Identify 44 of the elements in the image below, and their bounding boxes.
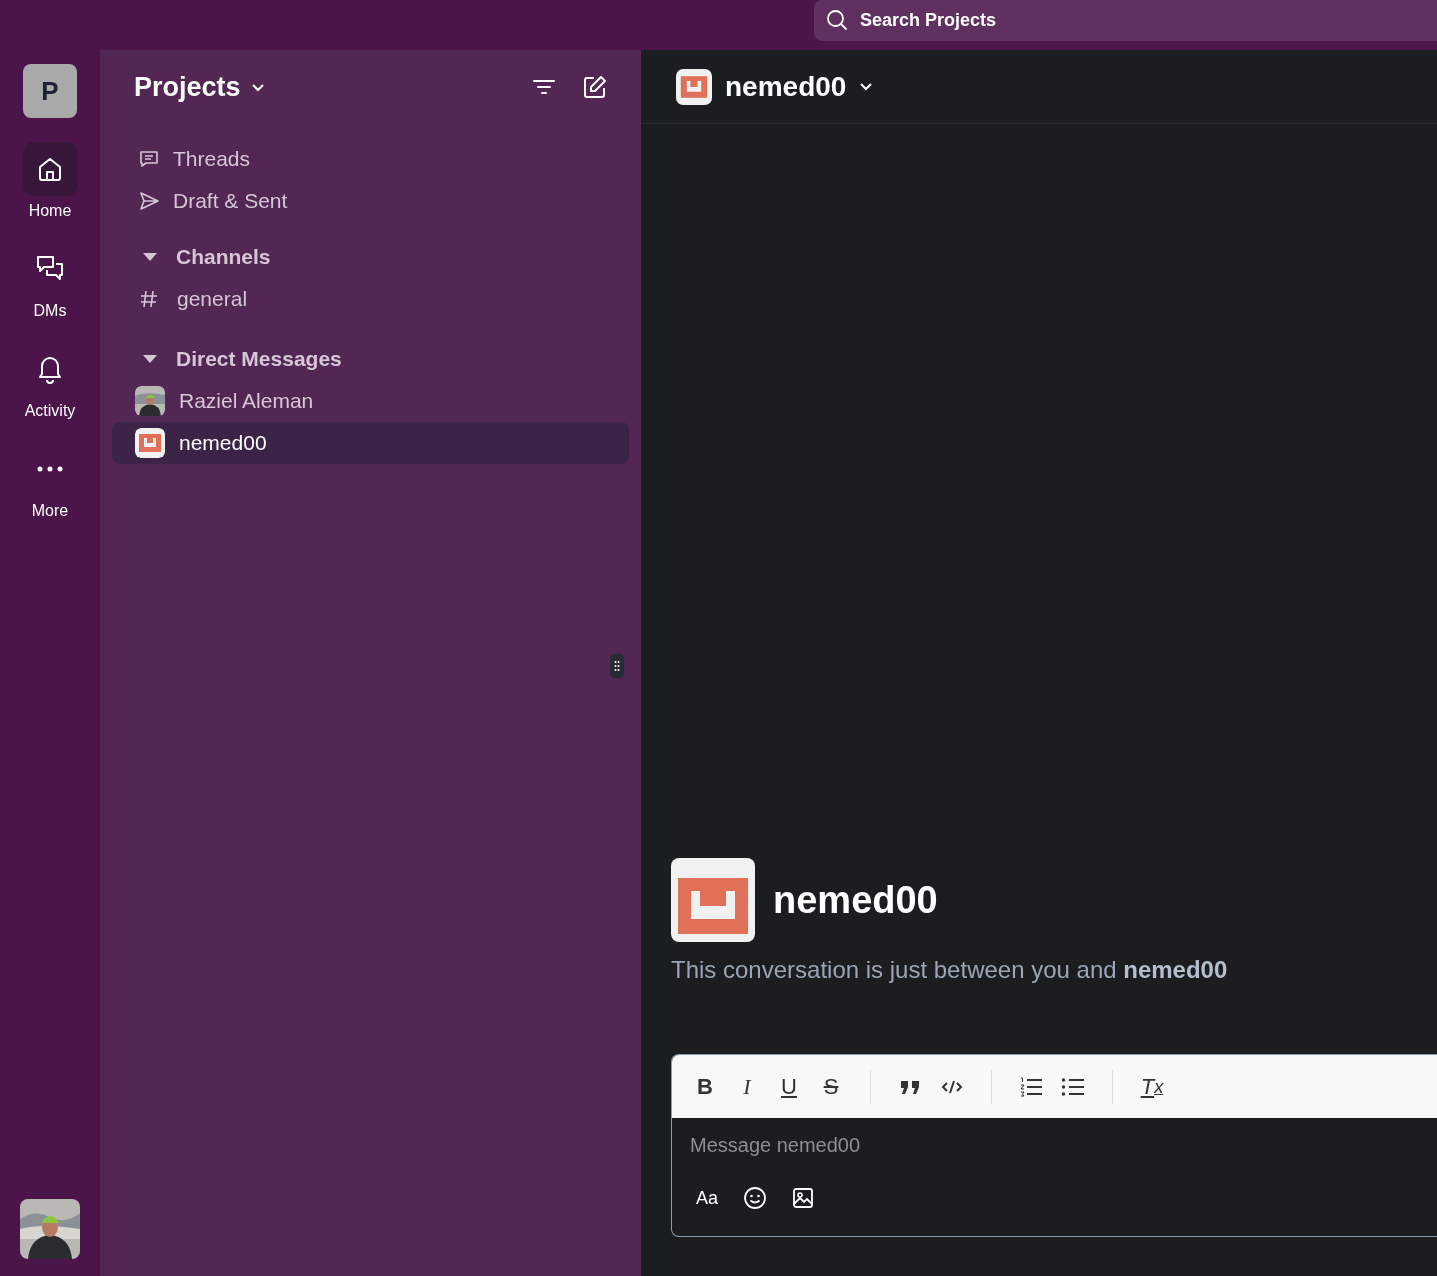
hash-icon — [140, 290, 158, 308]
sidebar-item[interactable]: Draft & Sent — [112, 180, 629, 222]
workspace-button[interactable]: P — [23, 64, 77, 118]
format-button[interactable]: I — [730, 1069, 764, 1104]
nav-label: More — [31, 502, 69, 520]
nav-label: Activity — [24, 402, 76, 420]
compose-icon[interactable] — [583, 75, 607, 99]
logo-icon — [671, 858, 755, 942]
chevron-down-icon — [859, 82, 874, 91]
quote-icon — [899, 1078, 921, 1095]
format-button[interactable]: U — [772, 1069, 806, 1104]
logo-icon — [676, 68, 712, 105]
nav-item[interactable]: More — [23, 442, 77, 520]
section-header[interactable]: Direct Messages — [112, 338, 629, 380]
send-icon — [139, 191, 159, 211]
workspace-title[interactable]: Projects — [134, 71, 265, 103]
conversation-name: nemed00 — [773, 878, 938, 922]
sidebar-item[interactable]: general — [112, 278, 629, 320]
sidebar-item[interactable]: nemed00 — [112, 422, 629, 464]
nav-item[interactable]: Activity — [23, 342, 77, 420]
format-button[interactable]: B — [688, 1069, 722, 1104]
numbered-list-icon — [1019, 1076, 1043, 1097]
intro-text: This conversation is just between you and nemed00 — [671, 956, 1229, 984]
message-icon — [139, 149, 159, 169]
conversation-title[interactable]: nemed00 — [676, 68, 874, 105]
code-icon — [941, 1078, 963, 1095]
nav-item[interactable]: DMs — [23, 242, 77, 320]
sidebar-item[interactable]: Raziel Aleman — [112, 380, 629, 422]
nav-label: DMs — [33, 302, 67, 320]
bullet-list-icon — [1061, 1076, 1085, 1097]
message-input[interactable]: Message nemed00 — [690, 1134, 1090, 1157]
section-header[interactable]: Channels — [112, 236, 629, 278]
sidebar-item[interactable]: Threads — [112, 138, 629, 180]
more-icon — [37, 466, 63, 472]
bell-icon — [36, 354, 64, 384]
nav-label: Home — [28, 202, 72, 220]
format-button[interactable]: S — [814, 1069, 848, 1104]
logo-icon — [135, 428, 165, 458]
filter-icon[interactable] — [533, 78, 555, 96]
resize-handle[interactable] — [610, 654, 624, 678]
chevron-down-icon — [250, 82, 265, 92]
home-icon — [36, 155, 64, 183]
search-field[interactable]: Search Projects — [814, 0, 1437, 41]
text-format-button[interactable]: Aa — [690, 1183, 724, 1213]
